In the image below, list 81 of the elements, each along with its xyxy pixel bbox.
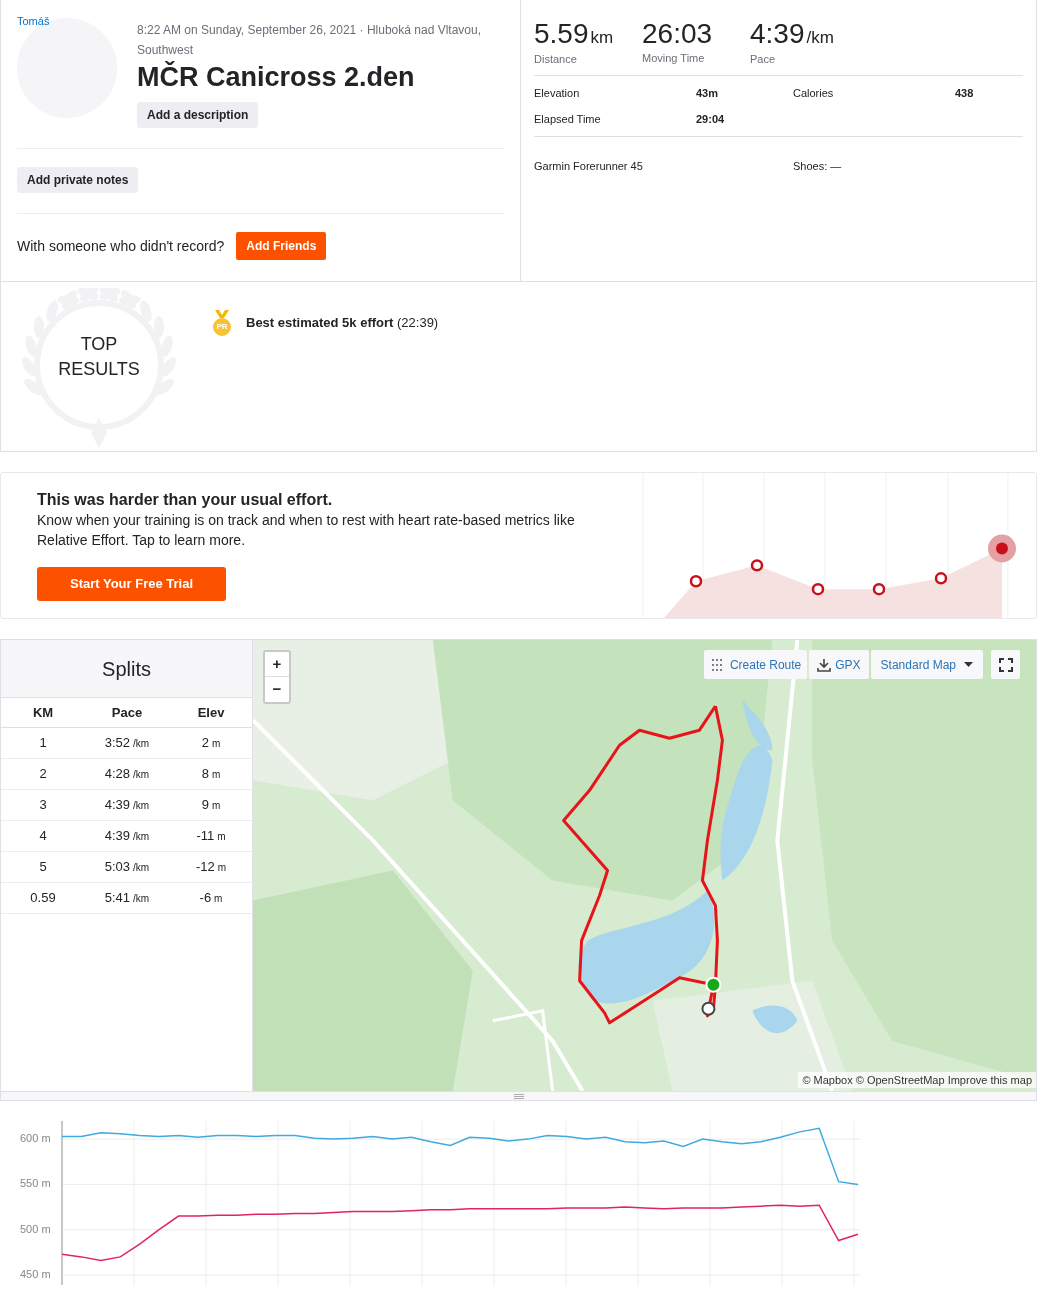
elevation-unit: m xyxy=(217,860,227,875)
stat-unit: km xyxy=(590,27,614,49)
stat-label: Elevation xyxy=(534,86,581,101)
download-icon xyxy=(817,657,832,672)
weekly-effort-point xyxy=(811,583,825,596)
elevation-unit: m xyxy=(211,798,221,813)
y-tick-label: 600 m xyxy=(20,1133,51,1145)
add-friends-button[interactable]: Add Friends xyxy=(236,232,327,260)
elevation-unit: m xyxy=(217,829,226,844)
split-elevation: 8 xyxy=(201,765,209,784)
map-type-dropdown[interactable]: Standard Map xyxy=(870,650,983,679)
weekly-effort-point xyxy=(872,583,886,596)
split-pace: 3:52 xyxy=(104,734,131,753)
elevation-unit: m xyxy=(211,736,221,751)
activity-title: MČR Canicross 2.den xyxy=(137,61,416,93)
table-cell: 5 xyxy=(1,852,85,883)
top-results-title: TOP RESULTS xyxy=(57,333,141,381)
stat-value: 26:03 xyxy=(642,18,713,50)
column-header: KM xyxy=(1,698,85,728)
table-cell: 0.59 xyxy=(1,883,85,914)
split-elevation: 9 xyxy=(201,796,209,815)
split-pace: 4:39 xyxy=(104,827,131,846)
stat-value: 43m xyxy=(696,86,720,101)
stat-unit: /km xyxy=(806,27,834,49)
split-pace: 5:03 xyxy=(104,858,131,877)
add-description-button[interactable]: Add a description xyxy=(137,102,259,128)
fullscreen-icon xyxy=(998,657,1013,672)
y-tick-label: 450 m xyxy=(20,1269,51,1280)
resize-handle-icon xyxy=(513,1093,524,1099)
zoom-in-button[interactable]: + xyxy=(265,652,289,677)
y-tick-label: 500 m xyxy=(20,1223,51,1235)
pace-unit: /km xyxy=(133,798,150,813)
split-pace: 4:39 xyxy=(104,796,131,815)
stat-value: 5.59 xyxy=(534,18,589,50)
table-cell: 2 xyxy=(1,759,85,790)
weekly-effort-point xyxy=(689,575,703,588)
fullscreen-button[interactable] xyxy=(991,650,1020,679)
pace-unit: /km xyxy=(133,891,150,906)
achievement-text: Best estimated 5k effort (22:39) xyxy=(246,314,439,333)
split-elevation: 2 xyxy=(201,734,209,753)
pace-unit: /km xyxy=(133,767,150,782)
athlete-name-link[interactable]: Tomáš xyxy=(17,16,50,27)
activity-date-location: 8:22 AM on Sunday, September 26, 2021 · Hluboká nad Vltavou, Southwest xyxy=(137,22,482,59)
caret-icon xyxy=(964,662,973,667)
split-elevation: -11 xyxy=(196,827,215,846)
pace-unit: /km xyxy=(133,829,150,844)
elevation-unit: m xyxy=(214,891,223,906)
elevation-unit: m xyxy=(211,767,221,782)
pace-unit: /km xyxy=(133,860,150,875)
table-cell: 1 xyxy=(1,728,85,759)
column-header: Pace xyxy=(85,698,169,728)
zoom-out-button[interactable]: − xyxy=(265,677,289,702)
stat-label: Pace xyxy=(750,51,777,67)
start-free-trial-button[interactable]: Start Your Free Trial xyxy=(37,567,226,601)
y-tick-label: 550 m xyxy=(20,1178,51,1190)
table-cell: 4 xyxy=(1,821,85,852)
stat-label: Distance xyxy=(534,51,578,67)
current-effort-point xyxy=(988,534,1016,563)
add-private-notes-button[interactable]: Add private notes xyxy=(17,167,139,193)
stat-value: 4:39 xyxy=(750,18,805,50)
stat-value: 438 xyxy=(955,86,975,101)
stat-label: Calories xyxy=(793,86,835,101)
split-pace: 5:41 xyxy=(104,889,131,908)
split-elevation: -6 xyxy=(199,889,212,908)
shoes-info: Shoes: — xyxy=(793,159,842,174)
gpx-download-button[interactable]: GPX xyxy=(809,650,869,679)
device-name: Garmin Forerunner 45 xyxy=(534,159,644,174)
add-friends-prompt: With someone who didn't record? xyxy=(17,236,225,256)
weekly-effort-point xyxy=(750,559,764,572)
stat-label: Elapsed Time xyxy=(534,111,602,127)
pace-unit: /km xyxy=(133,736,150,751)
stat-label: Moving Time xyxy=(642,51,706,66)
split-elevation: -12 xyxy=(195,858,215,877)
create-route-button[interactable]: Create Route xyxy=(703,650,808,679)
split-pace: 4:28 xyxy=(104,765,131,784)
splits-title: Splits xyxy=(1,640,252,698)
table-cell: 3 xyxy=(1,790,85,821)
stat-value: 29:04 xyxy=(696,111,726,127)
weekly-effort-point xyxy=(934,572,948,585)
effort-title: This was harder than your usual effort. xyxy=(37,490,334,510)
effort-description: Know when your training is on track and when to rest with heart rate-based metrics like Relative Effort. Tap to learn more. xyxy=(37,511,576,550)
